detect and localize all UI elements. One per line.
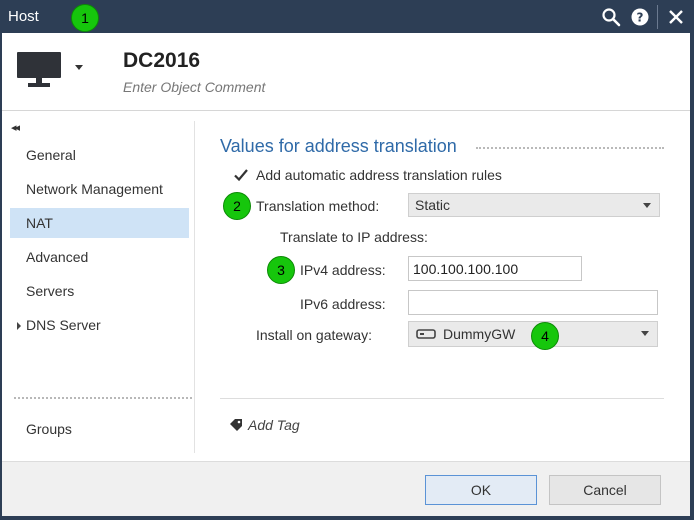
- sidebar-item-label: NAT: [26, 215, 53, 231]
- sidebar-item-network-management[interactable]: Network Management: [10, 174, 189, 204]
- cancel-button[interactable]: Cancel: [549, 475, 661, 505]
- collapse-sidebar-icon[interactable]: ◂◂: [11, 121, 20, 134]
- sidebar-item-advanced[interactable]: Advanced: [10, 242, 189, 272]
- auto-translation-checkbox[interactable]: [233, 167, 249, 183]
- sidebar-item-label: Advanced: [26, 249, 89, 265]
- translation-method-select[interactable]: Static: [408, 193, 660, 217]
- ipv6-label: IPv6 address:: [300, 296, 386, 312]
- auto-translation-label[interactable]: Add automatic address translation rules: [256, 167, 502, 183]
- translate-to-label: Translate to IP address:: [280, 229, 428, 245]
- callout-badge-3: 3: [267, 256, 295, 284]
- callout-badge-2: 2: [223, 192, 251, 220]
- svg-text:?: ?: [637, 11, 644, 25]
- window-title: Host: [8, 8, 39, 25]
- tags-divider: [220, 398, 664, 399]
- sidebar-item-groups[interactable]: Groups: [10, 414, 189, 444]
- chevron-down-icon: [643, 203, 651, 208]
- title-bar: Host ?: [0, 0, 694, 33]
- sidebar-item-label: Groups: [26, 421, 72, 437]
- sidebar-vertical-divider: [194, 121, 195, 453]
- gateway-device-icon: [416, 325, 436, 350]
- sidebar: ◂◂ General Network Management NAT Advanc…: [2, 112, 194, 454]
- install-gateway-label: Install on gateway:: [256, 327, 372, 343]
- sidebar-item-dns-server[interactable]: DNS Server: [10, 310, 189, 340]
- section-divider: [476, 147, 664, 149]
- dialog-footer: OK Cancel: [2, 461, 690, 516]
- dialog-content: DC2016 Enter Object Comment ◂◂ General N…: [2, 33, 690, 516]
- host-dialog: Host ? DC2016 Enter Object Comment ◂◂ Ge…: [0, 0, 694, 520]
- sidebar-item-general[interactable]: General: [10, 140, 189, 170]
- translation-method-value: Static: [415, 197, 451, 213]
- expand-arrow-icon[interactable]: [17, 322, 21, 330]
- help-icon[interactable]: ?: [629, 6, 651, 28]
- title-separator: [657, 5, 658, 29]
- sidebar-item-servers[interactable]: Servers: [10, 276, 189, 306]
- ok-button[interactable]: OK: [425, 475, 537, 505]
- sidebar-item-nat[interactable]: NAT: [10, 208, 189, 238]
- gateway-value: DummyGW: [443, 326, 516, 342]
- close-icon[interactable]: [665, 6, 687, 28]
- callout-badge-4: 4: [531, 322, 559, 350]
- sidebar-item-label: Network Management: [26, 181, 163, 197]
- object-name[interactable]: DC2016: [123, 49, 200, 73]
- translation-method-label: Translation method:: [256, 198, 380, 214]
- ipv4-label: IPv4 address:: [300, 262, 386, 278]
- sidebar-item-label: DNS Server: [26, 317, 101, 333]
- sidebar-divider: [14, 397, 192, 399]
- monitor-icon[interactable]: [16, 51, 64, 92]
- section-title: Values for address translation: [220, 136, 457, 156]
- search-icon[interactable]: [600, 6, 622, 28]
- ipv4-address-input[interactable]: [408, 256, 582, 281]
- sidebar-item-label: Servers: [26, 283, 75, 299]
- ipv6-address-input[interactable]: [408, 290, 658, 315]
- callout-badge-1: 1: [71, 4, 99, 32]
- icon-dropdown-chevron-icon[interactable]: [75, 65, 83, 70]
- object-header: DC2016 Enter Object Comment: [2, 33, 690, 111]
- chevron-down-icon: [641, 331, 649, 336]
- add-tag-link[interactable]: Add Tag: [248, 417, 300, 433]
- sidebar-item-label: General: [26, 147, 76, 163]
- tag-icon[interactable]: [229, 418, 243, 435]
- object-comment-field[interactable]: Enter Object Comment: [123, 79, 265, 95]
